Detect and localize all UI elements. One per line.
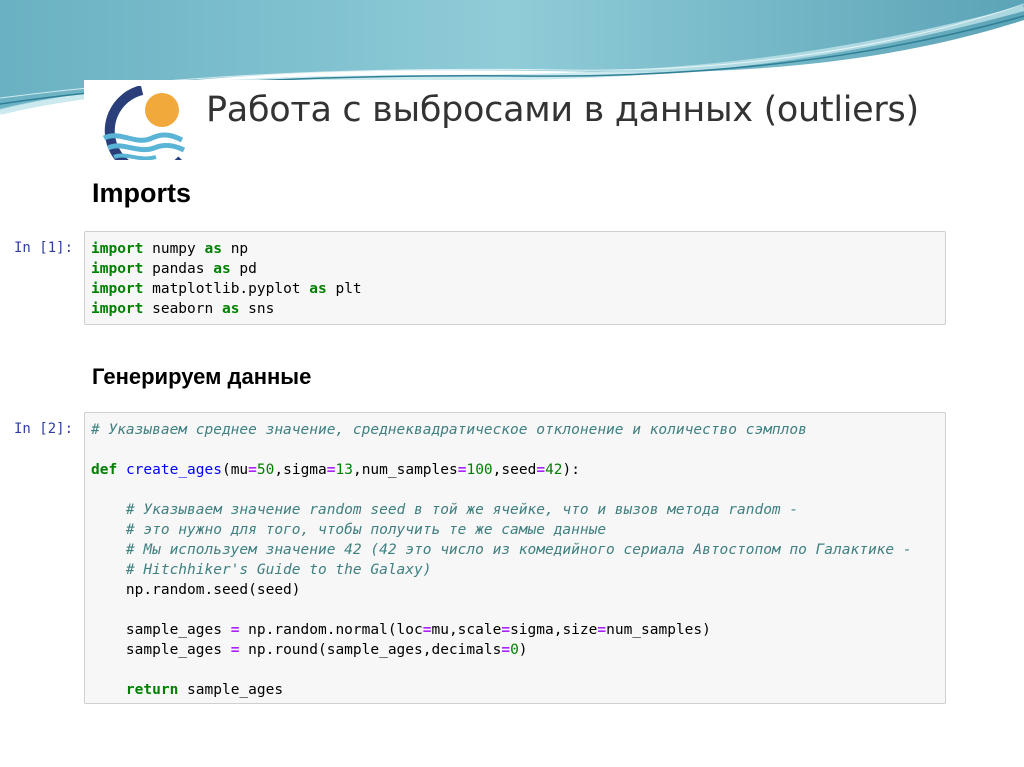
cell-prompt-2: In [2]:: [14, 421, 74, 437]
code-line: import numpy as np: [91, 241, 249, 257]
code-line: sample_ages = np.round(sample_ages,decim…: [125, 642, 528, 658]
code-comment: # Мы используем значение 42 (42 это числ…: [125, 542, 912, 558]
heading-generate-data: Генерируем данные: [92, 364, 312, 389]
code-line: import matplotlib.pyplot as plt: [91, 281, 362, 297]
code-cell-imports[interactable]: import numpy as np import pandas as pd i…: [84, 231, 946, 325]
slide-header: Работа с выбросами в данных (outliers): [84, 80, 949, 162]
code-comment: # Указываем среднее значение, среднеквад…: [91, 422, 807, 438]
heading-imports: Imports: [92, 178, 192, 208]
code-cell-create-ages[interactable]: # Указываем среднее значение, среднеквад…: [84, 412, 946, 704]
code-line: def create_ages(mu=50,sigma=13,num_sampl…: [91, 462, 580, 478]
code-comment: # Hitchhiker's Guide to the Galaxy): [125, 562, 432, 578]
cell-prompt-1: In [1]:: [14, 240, 74, 256]
slide-title: Работа с выбросами в данных (outliers): [206, 90, 919, 130]
code-comment: # это нужно для того, чтобы получить те …: [125, 522, 607, 538]
code-line: sample_ages = np.random.normal(loc=mu,sc…: [125, 622, 711, 638]
code-line: np.random.seed(seed): [125, 582, 301, 598]
code-line: return sample_ages: [125, 682, 284, 698]
code-line: import seaborn as sns: [91, 301, 275, 317]
logo-icon: [102, 86, 186, 162]
code-comment: # Указываем значение random seed в той ж…: [125, 502, 799, 518]
code-line: import pandas as pd: [91, 261, 257, 277]
